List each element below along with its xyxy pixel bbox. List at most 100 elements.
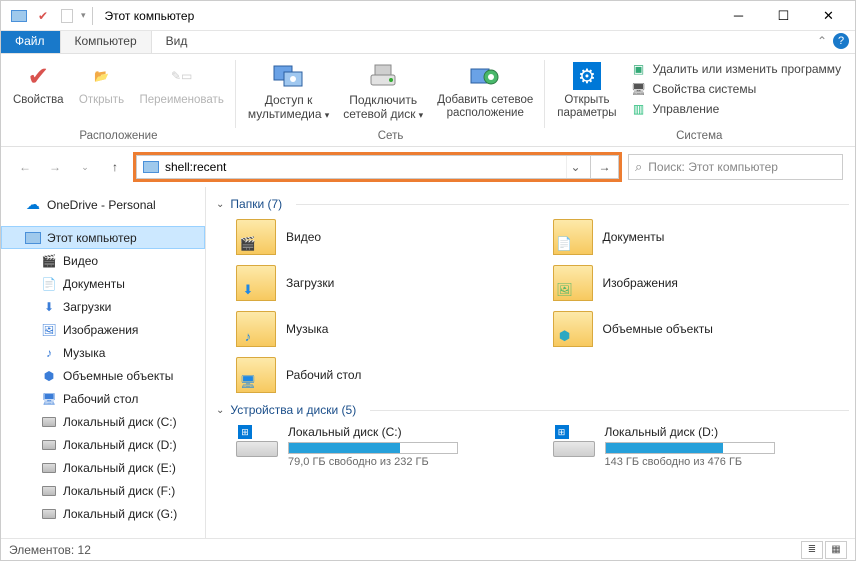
disk-icon [41,460,57,476]
folder-item[interactable]: ⬢Объемные объекты [553,311,850,347]
search-placeholder: Поиск: Этот компьютер [648,160,778,174]
folder-item[interactable]: 🎬Видео [236,219,533,255]
nav-recent-dropdown[interactable]: ⌄ [73,155,97,179]
ribbon-media[interactable]: Доступ к мультимедиа ▾ [244,58,333,124]
tree-item[interactable]: 🖥Рабочий стол [17,387,205,410]
folder-icon: ♪ [236,311,276,347]
close-button[interactable]: ✕ [806,1,851,30]
window-title: Этот компьютер [105,9,195,23]
nav-forward: → [43,155,67,179]
folder-icon: ♪ [41,345,57,361]
disk-icon [41,437,57,453]
drive-item[interactable]: ⊞ Локальный диск (D:) 143 ГБ свободно из… [553,425,850,468]
tree-item[interactable]: ⬇Загрузки [17,295,205,318]
collapse-ribbon-icon[interactable]: ⌃ [817,34,827,48]
thispc-icon [25,230,41,246]
folder-icon: 🖥 [41,391,57,407]
folder-icon: 📄 [41,276,57,292]
folder-icon: 🎬 [236,219,276,255]
address-input[interactable] [165,160,560,174]
tree-item[interactable]: 📄Документы [17,272,205,295]
nav-back: ← [13,155,37,179]
addloc-icon [469,60,501,92]
maximize-button[interactable]: ☐ [761,1,806,30]
folder-icon: ⬇ [41,299,57,315]
drive-icon: ⊞ [236,425,278,457]
media-icon [273,60,305,92]
folder-icon: 📄 [553,219,593,255]
address-bar[interactable]: ⌄ → [133,152,622,182]
ribbon-sysprops[interactable]: 🖥 Свойства системы [627,80,846,98]
view-details-button[interactable]: ≣ [801,541,823,559]
tree-onedrive[interactable]: ☁ OneDrive - Personal [1,193,205,216]
tree-item[interactable]: Локальный диск (F:) [17,479,205,502]
drive-capacity-bar [288,442,458,454]
qat-newfolder-icon[interactable] [57,6,77,26]
tree-item[interactable]: Локальный диск (D:) [17,433,205,456]
folder-item[interactable]: 🖥Рабочий стол [236,357,533,393]
ribbon-opensettings[interactable]: ⚙ Открыть параметры [553,58,620,122]
mapdrive-icon [367,60,399,92]
open-icon: 📂 [86,60,118,92]
tree-thispc[interactable]: Этот компьютер [1,226,205,249]
chevron-down-icon: ⌄ [216,199,224,210]
folder-item[interactable]: ♪Музыка [236,311,533,347]
section-drives[interactable]: ⌄ Устройства и диски (5) [216,403,849,417]
folder-icon: 🖼 [553,265,593,301]
folder-icon: ⬢ [553,311,593,347]
tree-item[interactable]: 🎬Видео [17,249,205,272]
properties-icon: ✔ [22,60,54,92]
ribbon-group-system: Система [553,130,845,144]
folder-icon: 🖥 [236,357,276,393]
folder-item[interactable]: 📄Документы [553,219,850,255]
disk-icon [41,506,57,522]
search-icon: ⌕ [635,159,642,175]
help-icon[interactable]: ? [833,33,849,49]
address-go-button[interactable]: → [591,155,619,179]
tree-item[interactable]: Локальный диск (E:) [17,456,205,479]
qat-properties-icon[interactable]: ✔ [33,6,53,26]
tree-item[interactable]: 🖼Изображения [17,318,205,341]
ribbon-properties[interactable]: ✔ Свойства [9,58,68,109]
tree-item[interactable]: ♪Музыка [17,341,205,364]
folder-icon: 🖼 [41,322,57,338]
ribbon-mapdrive[interactable]: Подключить сетевой диск ▾ [339,58,427,124]
chevron-down-icon: ⌄ [216,405,224,416]
drive-item[interactable]: ⊞ Локальный диск (C:) 79,0 ГБ свободно и… [236,425,533,468]
tab-view[interactable]: Вид [152,31,203,53]
ribbon-manage[interactable]: ▥ Управление [627,100,846,118]
folder-item[interactable]: 🖼Изображения [553,265,850,301]
content-pane[interactable]: ⌄ Папки (7) 🎬Видео 📄Документы ⬇Загрузки 🖼Из… [206,187,855,538]
tab-file[interactable]: Файл [1,31,60,53]
section-folders[interactable]: ⌄ Папки (7) [216,197,849,211]
sysprops-icon: 🖥 [631,81,647,97]
minimize-button[interactable]: ─ [716,1,761,30]
ribbon-addloc[interactable]: Добавить сетевое расположение [433,58,537,122]
ribbon-uninstall[interactable]: ▣ Удалить или изменить программу [627,60,846,78]
ribbon-group-location: Расположение [9,130,228,144]
rename-icon: ✎▭ [166,60,198,92]
status-text: Элементов: 12 [9,543,91,557]
folder-item[interactable]: ⬇Загрузки [236,265,533,301]
address-dropdown[interactable]: ⌄ [566,156,584,178]
uninstall-icon: ▣ [631,61,647,77]
nav-up[interactable]: ↑ [103,155,127,179]
disk-icon [41,483,57,499]
navigation-pane[interactable]: ☁ OneDrive - Personal Этот компьютер 🎬Ви… [1,187,206,538]
search-box[interactable]: ⌕ Поиск: Этот компьютер [628,154,843,180]
view-icons-button[interactable]: ▦ [825,541,847,559]
tree-item[interactable]: Локальный диск (G:) [17,502,205,525]
onedrive-icon: ☁ [25,197,41,213]
folder-icon: ⬢ [41,368,57,384]
folder-icon: 🎬 [41,253,57,269]
address-pc-icon [143,161,159,173]
ribbon-open: 📂 Открыть [74,58,130,109]
tab-computer[interactable]: Компьютер [60,31,152,53]
disk-icon [41,414,57,430]
settings-icon: ⚙ [571,60,603,92]
folder-icon: ⬇ [236,265,276,301]
tree-item[interactable]: Локальный диск (C:) [17,410,205,433]
ribbon-group-network: Сеть [244,130,537,144]
manage-icon: ▥ [631,101,647,117]
tree-item[interactable]: ⬢Объемные объекты [17,364,205,387]
